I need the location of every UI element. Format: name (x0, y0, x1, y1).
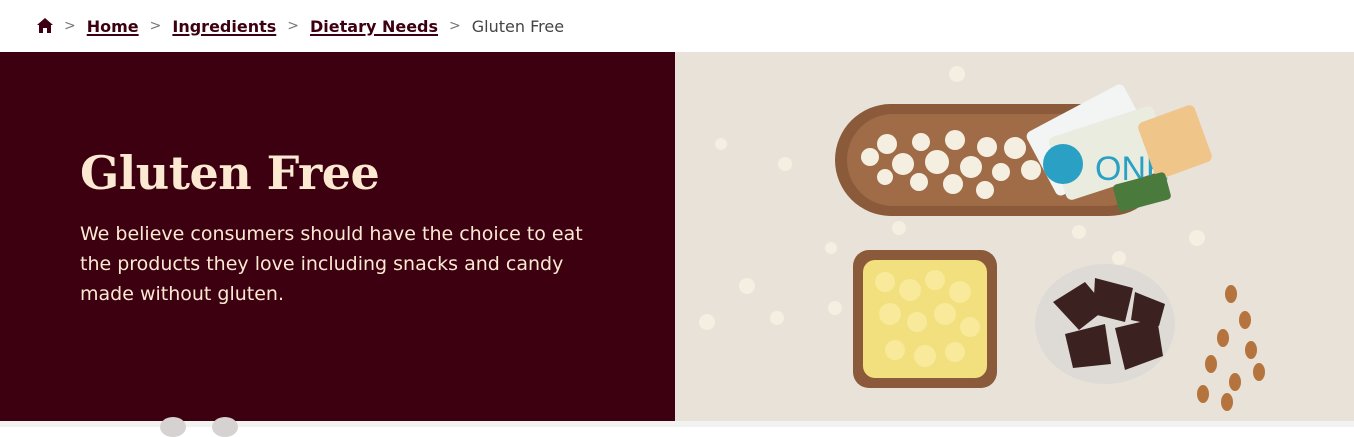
breadcrumb: > Home > Ingredients > Dietary Needs > G… (0, 0, 1354, 52)
breadcrumb-separator: > (287, 18, 299, 34)
home-icon[interactable] (36, 17, 54, 35)
hero-banner: Gluten Free We believe consumers should … (0, 52, 1354, 421)
hero-description: We believe consumers should have the cho… (80, 223, 583, 305)
decorative-shape (160, 417, 186, 437)
decorative-shape (212, 417, 238, 437)
breadcrumb-current: Gluten Free (471, 16, 565, 36)
page-title: Gluten Free (80, 146, 380, 200)
breadcrumb-ingredients-link[interactable]: Ingredients (172, 17, 276, 36)
breadcrumb-separator: > (449, 18, 461, 34)
hero-image: ONE (675, 52, 1354, 421)
breadcrumb-separator: > (64, 18, 76, 34)
breadcrumb-home-link[interactable]: Home (87, 17, 139, 36)
breadcrumb-dietary-needs-link[interactable]: Dietary Needs (310, 17, 438, 36)
section-divider (0, 421, 1354, 427)
breadcrumb-separator: > (149, 18, 162, 34)
hero-text-panel: Gluten Free We believe consumers should … (0, 52, 675, 421)
